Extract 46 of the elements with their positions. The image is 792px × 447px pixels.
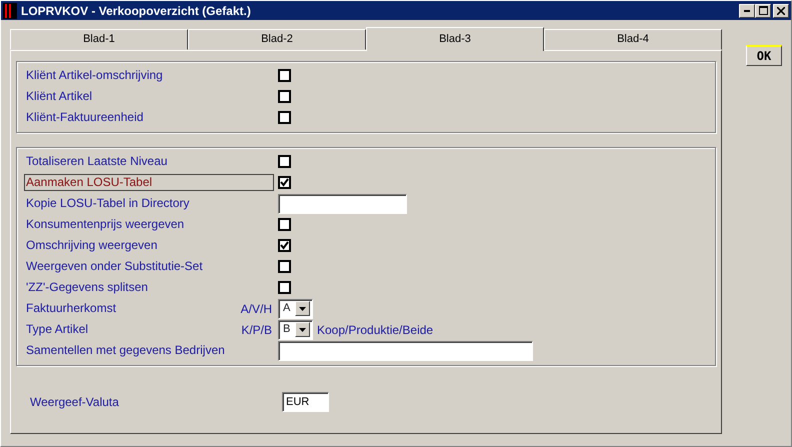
checkbox[interactable]: [278, 69, 291, 82]
close-icon: [777, 6, 785, 14]
format-hint: K/P/B: [241, 322, 272, 338]
dropdown[interactable]: A: [278, 298, 313, 318]
field-label: Kliënt Artikel: [25, 88, 94, 105]
dropdown[interactable]: B: [278, 320, 313, 340]
caret-icon: [299, 306, 306, 310]
maximize-icon: [758, 6, 768, 15]
checkbox[interactable]: [278, 155, 291, 168]
window-title: LOPRVKOV - Verkoopoverzicht (Gefakt.): [21, 2, 252, 20]
checkbox[interactable]: [278, 176, 291, 189]
ok-button[interactable]: OK: [746, 45, 782, 66]
tab[interactable]: Blad-3: [366, 27, 544, 51]
field-label: 'ZZ'-Gegevens splitsen: [25, 279, 149, 296]
tab[interactable]: Blad-1: [10, 29, 188, 50]
option-hint: Koop/Produktie/Beide: [317, 322, 434, 338]
field-label: Totaliseren Laatste Niveau: [25, 153, 168, 170]
field-label: Weergeef-Valuta: [29, 394, 120, 410]
field-label: Omschrijving weergeven: [25, 237, 158, 254]
checkbox[interactable]: [278, 239, 291, 252]
input-field[interactable]: [278, 194, 407, 214]
close-button[interactable]: [773, 4, 789, 18]
app-icon: [3, 2, 17, 18]
minimize-icon: [744, 10, 750, 12]
minimize-button[interactable]: [739, 4, 755, 18]
checkbox[interactable]: [278, 218, 291, 231]
caret-icon: [299, 328, 306, 332]
checkbox[interactable]: [278, 260, 291, 273]
checkbox[interactable]: [278, 111, 291, 124]
format-hint: A/V/H: [240, 300, 272, 318]
field-label: Konsumentenprijs weergeven: [25, 216, 186, 233]
field-label: Faktuurherkomst: [25, 300, 118, 317]
field-label: Aanmaken LOSU-Tabel: [24, 174, 274, 191]
field-label: Type Artikel: [25, 321, 90, 338]
field-label: Kopie LOSU-Tabel in Directory: [25, 195, 190, 212]
field-label: Weergeven onder Substitutie-Set: [25, 258, 204, 275]
field-label: Kliënt Artikel-omschrijving: [25, 67, 164, 84]
checkbox[interactable]: [278, 90, 291, 103]
tab[interactable]: Blad-4: [544, 29, 722, 50]
field-label: Samentellen met gegevens Bedrijven: [25, 342, 226, 359]
checkbox[interactable]: [278, 281, 291, 294]
tab[interactable]: Blad-2: [188, 29, 366, 50]
field-label: Kliënt-Faktuureenheid: [25, 109, 144, 126]
input-field[interactable]: EUR: [282, 392, 329, 412]
maximize-button[interactable]: [755, 4, 771, 18]
input-field[interactable]: [278, 340, 533, 360]
